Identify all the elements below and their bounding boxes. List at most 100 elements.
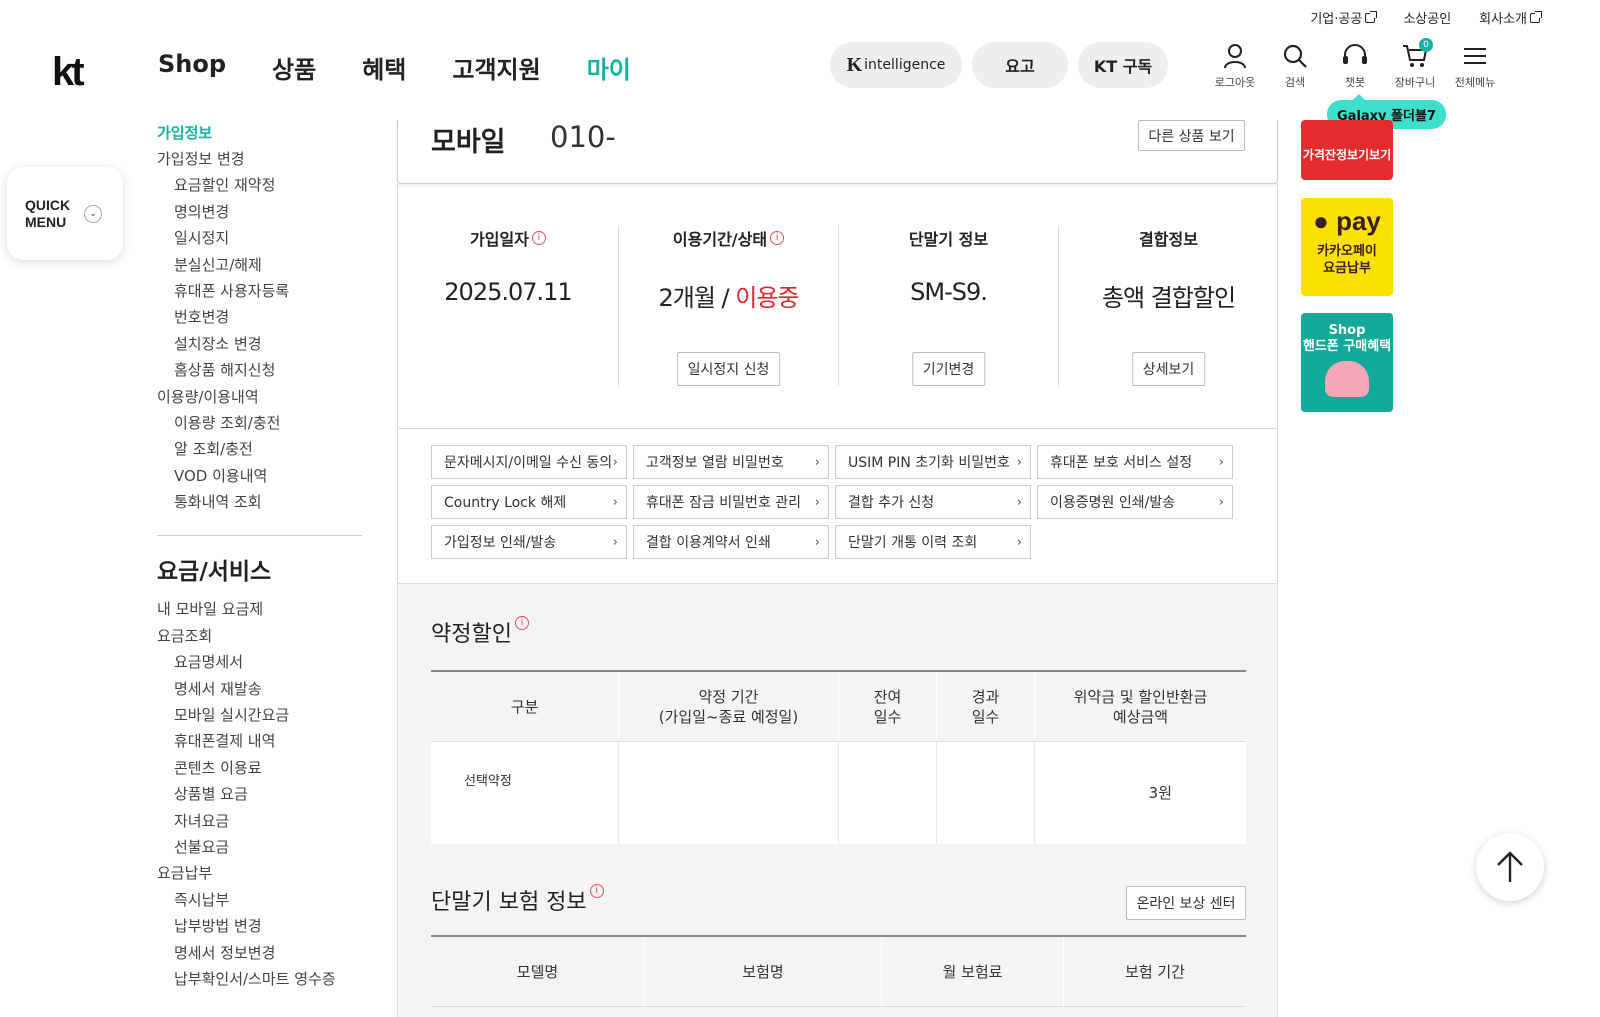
sidebar-item[interactable]: 명의변경 bbox=[157, 199, 362, 225]
sidebar-item[interactable]: 홈상품 해지신청 bbox=[157, 357, 362, 383]
sidebar-section-title[interactable]: 가입정보 bbox=[157, 120, 362, 146]
quick-link[interactable]: 결합 이용계약서 인쇄 › bbox=[633, 525, 829, 559]
kakaopay-logo: ● pay bbox=[1313, 206, 1381, 236]
cart-button[interactable]: 0 장바구니 bbox=[1385, 38, 1445, 90]
company-link[interactable]: 회사소개 bbox=[1479, 8, 1542, 27]
quick-link[interactable]: 문자메시지/이메일 수신 동의 › bbox=[431, 445, 627, 479]
chevron-right-icon: › bbox=[1016, 534, 1022, 550]
logout-button[interactable]: 로그아웃 bbox=[1205, 42, 1265, 90]
info-column-button[interactable]: 일시정지 신청 bbox=[676, 352, 781, 386]
nav-shop[interactable]: Shop bbox=[158, 50, 226, 85]
product-type: 모바일 bbox=[431, 127, 506, 158]
quick-link[interactable]: 고객정보 열람 비밀번호 › bbox=[633, 445, 829, 479]
info-icon[interactable]: i bbox=[770, 231, 785, 245]
detail-section: 약정할인 i 구분 약정 기간 (가입일~종료 예정일) 잔여 일수 경과 일수 위약금 … bbox=[397, 583, 1278, 1017]
table-cell: 선택약정 bbox=[431, 742, 619, 844]
other-product-button[interactable]: 다른 상품 보기 bbox=[1138, 120, 1245, 151]
info-column-header: 단말기 정보 bbox=[908, 230, 989, 249]
quick-link[interactable]: 휴대폰 보호 서비스 설정 › bbox=[1037, 445, 1233, 479]
kakaopay-banner[interactable]: ● pay 카카오페이 요금납부 bbox=[1301, 198, 1393, 296]
sidebar-item[interactable]: 가입정보 변경 bbox=[157, 146, 362, 172]
sidebar-item[interactable]: 모바일 실시간요금 bbox=[157, 702, 362, 728]
kt-intelligence-button[interactable]: Kintelligence bbox=[830, 42, 962, 88]
info-column-button[interactable]: 기기변경 bbox=[911, 352, 986, 386]
all-menu-button[interactable]: 전체메뉴 bbox=[1445, 42, 1505, 90]
info-column-value: 2025.07.11 bbox=[444, 278, 572, 306]
info-column: 가입일자 i 2025.07.11 bbox=[398, 226, 618, 386]
header-icons: 로그아웃 검색 챗봇 0 장바구니 전체메뉴 bbox=[1205, 38, 1505, 90]
price-info-banner[interactable]: 가격잔정보기보기 bbox=[1301, 120, 1393, 180]
chevron-right-icon: › bbox=[1218, 454, 1224, 470]
sidebar-item[interactable]: 납부방법 변경 bbox=[157, 913, 362, 939]
table-cell: 3원 bbox=[1148, 784, 1172, 802]
sidebar-item[interactable]: 분실신고/해제 bbox=[157, 252, 362, 278]
sidebar-item[interactable]: 통화내역 조회 bbox=[157, 489, 362, 515]
quick-link[interactable]: 가입정보 인쇄/발송 › bbox=[431, 525, 627, 559]
nav-products[interactable]: 상품 bbox=[272, 50, 316, 85]
sidebar-item[interactable]: 명세서 재발송 bbox=[157, 676, 362, 702]
shop-banner[interactable]: Shop 핸드폰 구매혜택 bbox=[1301, 313, 1393, 412]
search-icon bbox=[1283, 44, 1307, 68]
sidebar-item[interactable]: VOD 이용내역 bbox=[157, 463, 362, 489]
hamburger-icon bbox=[1464, 48, 1486, 64]
sidebar-item[interactable]: 휴대폰결제 내역 bbox=[157, 728, 362, 754]
k-logo-icon: K bbox=[846, 53, 863, 76]
heart-hands-icon bbox=[1325, 361, 1369, 397]
sidebar-item[interactable]: 요금납부 bbox=[157, 860, 362, 886]
sidebar-item[interactable]: 선불요금 bbox=[157, 834, 362, 860]
yogo-button[interactable]: 요고 bbox=[972, 42, 1068, 88]
info-icon[interactable]: i bbox=[589, 884, 604, 898]
quick-link[interactable]: Country Lock 해제 › bbox=[431, 485, 627, 519]
sidebar-item[interactable]: 휴대폰 사용자등록 bbox=[157, 278, 362, 304]
online-reward-button[interactable]: 온라인 보상 센터 bbox=[1126, 886, 1246, 920]
chatbot-button[interactable]: 챗봇 bbox=[1325, 42, 1385, 90]
sidebar-item[interactable]: 내 모바일 요금제 bbox=[157, 596, 362, 622]
sidebar-item[interactable]: 이용량 조회/충전 bbox=[157, 410, 362, 436]
kt-subscribe-button[interactable]: KT 구독 bbox=[1078, 42, 1168, 88]
sidebar-section-title[interactable]: 요금/서비스 bbox=[157, 552, 362, 592]
sidebar-item[interactable]: 콘텐츠 이용료 bbox=[157, 755, 362, 781]
scroll-top-button[interactable] bbox=[1476, 833, 1544, 901]
quick-link[interactable]: USIM PIN 초기화 비밀번호 › bbox=[835, 445, 1031, 479]
sidebar-item[interactable]: 이용량/이용내역 bbox=[157, 384, 362, 410]
info-column-value: 총액 결합할인 bbox=[1101, 284, 1236, 312]
info-icon[interactable]: i bbox=[514, 616, 529, 630]
main-nav: Shop 상품 혜택 고객지원 마이 bbox=[158, 50, 631, 85]
insurance-table: 모델명 보험명 월 보험료 보험 기간 bbox=[431, 935, 1246, 1007]
sidebar-item[interactable]: 설치장소 변경 bbox=[157, 331, 362, 357]
sidebar-item[interactable]: 일시정지 bbox=[157, 225, 362, 251]
sidebar-item[interactable]: 요금명세서 bbox=[157, 649, 362, 675]
info-column: 결합정보 총액 결합할인 상세보기 bbox=[1058, 226, 1278, 386]
info-column-button[interactable]: 상세보기 bbox=[1131, 352, 1206, 386]
sidebar-item[interactable]: 알 조회/충전 bbox=[157, 436, 362, 462]
search-button[interactable]: 검색 bbox=[1265, 42, 1325, 90]
sidebar-item[interactable]: 요금할인 재약정 bbox=[157, 172, 362, 198]
nav-benefits[interactable]: 혜택 bbox=[362, 50, 406, 85]
table-cell bbox=[937, 742, 1035, 844]
sidebar-item[interactable]: 즉시납부 bbox=[157, 887, 362, 913]
headset-icon bbox=[1343, 44, 1367, 64]
info-icon[interactable]: i bbox=[531, 231, 546, 245]
nav-support[interactable]: 고객지원 bbox=[452, 50, 540, 85]
table-cell bbox=[839, 742, 937, 844]
sidebar-item[interactable]: 명세서 정보변경 bbox=[157, 940, 362, 966]
nav-my[interactable]: 마이 bbox=[587, 50, 631, 85]
quick-link[interactable]: 이용증명원 인쇄/발송 › bbox=[1037, 485, 1233, 519]
cart-count-badge: 0 bbox=[1419, 38, 1433, 52]
small-business-link[interactable]: 소상공인 bbox=[1403, 8, 1451, 27]
subscription-info: 가입일자 i 2025.07.11 이용기간/상태 i 2개월 / 이용중 일시정지 신청 단… bbox=[397, 184, 1278, 429]
table-header-cell: 잔여 일수 bbox=[839, 672, 937, 741]
quick-link[interactable]: 휴대폰 잠금 비밀번호 관리 › bbox=[633, 485, 829, 519]
kt-logo[interactable]: kt bbox=[52, 50, 85, 95]
arrow-up-icon bbox=[1497, 851, 1523, 882]
sidebar-item[interactable]: 자녀요금 bbox=[157, 808, 362, 834]
sidebar-item[interactable]: 요금조회 bbox=[157, 623, 362, 649]
sidebar-item[interactable]: 납부확인서/스마트 영수증 bbox=[157, 966, 362, 992]
status-text: 이용중 bbox=[735, 284, 799, 312]
quick-link[interactable]: 결합 추가 신청 › bbox=[835, 485, 1031, 519]
corporate-link[interactable]: 기업·공공 bbox=[1310, 8, 1378, 27]
quick-link[interactable]: 단말기 개통 이력 조회 › bbox=[835, 525, 1031, 559]
sidebar-item[interactable]: 번호변경 bbox=[157, 304, 362, 330]
sidebar-item[interactable]: 상품별 요금 bbox=[157, 781, 362, 807]
quick-menu[interactable]: QUICK MENU ⌄ bbox=[7, 167, 123, 260]
